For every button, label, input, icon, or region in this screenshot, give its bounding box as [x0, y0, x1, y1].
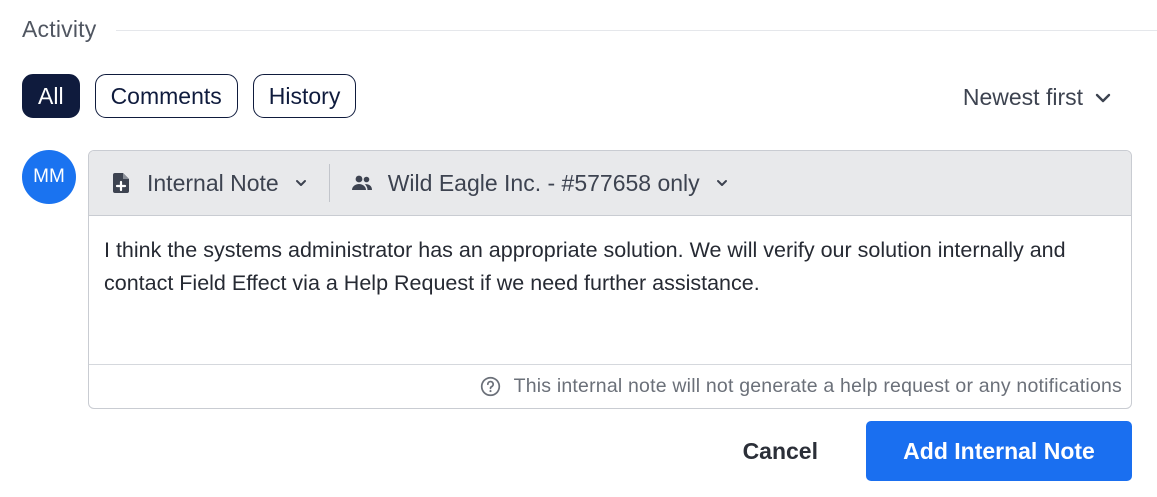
- cancel-button[interactable]: Cancel: [743, 438, 818, 465]
- sort-dropdown[interactable]: Newest first: [963, 84, 1113, 111]
- note-type-dropdown[interactable]: Internal Note: [89, 151, 329, 215]
- notice-text: This internal note will not generate a h…: [513, 375, 1122, 397]
- add-internal-note-button[interactable]: Add Internal Note: [866, 421, 1132, 481]
- chevron-down-icon: [714, 175, 730, 191]
- help-circle-icon: [480, 376, 501, 397]
- filter-history-button[interactable]: History: [252, 74, 357, 118]
- filter-comments-button[interactable]: Comments: [94, 74, 238, 118]
- people-icon: [350, 171, 374, 195]
- composer-toolbar: Internal Note Wild Eagle Inc. - #577658 …: [89, 151, 1131, 216]
- chevron-down-icon: [1095, 93, 1111, 102]
- internal-note-notice: This internal note will not generate a h…: [89, 364, 1131, 408]
- note-add-icon: [109, 171, 133, 195]
- note-composer: Internal Note Wild Eagle Inc. - #577658 …: [88, 150, 1132, 409]
- composer-actions: Cancel Add Internal Note: [743, 421, 1132, 481]
- activity-header: Activity: [22, 14, 1157, 44]
- visibility-dropdown[interactable]: Wild Eagle Inc. - #577658 only: [330, 151, 750, 215]
- header-divider: [116, 29, 1157, 31]
- activity-title: Activity: [22, 15, 97, 42]
- filter-all-button[interactable]: All: [22, 74, 80, 118]
- visibility-label: Wild Eagle Inc. - #577658 only: [387, 169, 700, 196]
- activity-filters: All Comments History: [22, 74, 357, 118]
- sort-label: Newest first: [962, 84, 1083, 110]
- note-body-textarea[interactable]: I think the systems administrator has an…: [89, 216, 1131, 364]
- avatar: MM: [22, 150, 76, 204]
- note-type-label: Internal Note: [147, 169, 279, 196]
- chevron-down-icon: [293, 175, 309, 191]
